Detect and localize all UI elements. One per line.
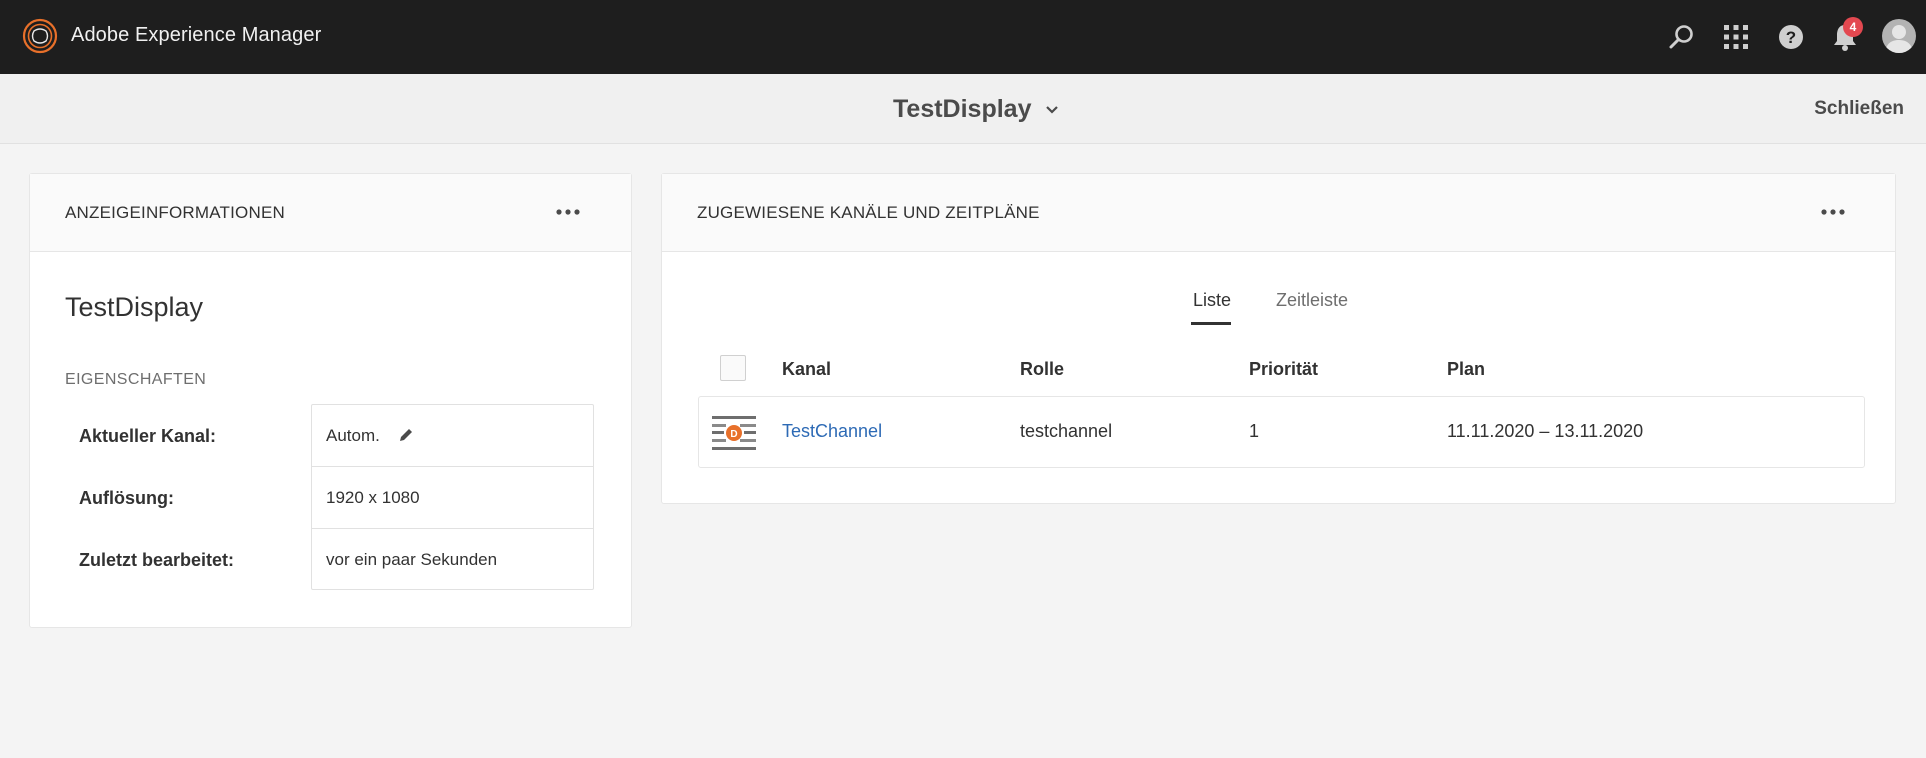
select-all-checkbox[interactable]	[720, 355, 746, 381]
help-icon[interactable]: ?	[1775, 21, 1807, 53]
card-header: ANZEIGEINFORMATIONEN	[30, 174, 631, 252]
channel-thumbnail-icon: D	[710, 413, 758, 453]
title-dropdown[interactable]: TestDisplay	[893, 95, 1059, 124]
page-title: TestDisplay	[893, 95, 1032, 123]
svg-text:?: ?	[1786, 28, 1796, 47]
property-value: vor ein paar Sekunden	[326, 550, 498, 569]
pencil-icon[interactable]	[398, 427, 414, 448]
aem-logo-icon[interactable]	[22, 18, 58, 54]
property-value: 1920 x 1080	[326, 488, 420, 507]
solutions-grid-icon[interactable]	[1720, 21, 1752, 53]
channel-role: testchannel	[1020, 421, 1113, 441]
channel-priority: 1	[1249, 421, 1260, 441]
column-header-rolle[interactable]: Rolle	[1020, 359, 1064, 380]
table-row[interactable]: D TestChannel testchannel 1 11.11.2020 –…	[698, 396, 1865, 468]
property-label: Zuletzt bearbeitet:	[79, 550, 235, 570]
avatar[interactable]	[1882, 19, 1916, 53]
tab-zeitleiste[interactable]: Zeitleiste	[1276, 290, 1348, 311]
column-header-prioritaet[interactable]: Priorität	[1249, 359, 1318, 380]
property-label: Aktueller Kanal:	[79, 426, 217, 446]
display-name: TestDisplay	[65, 292, 204, 322]
svg-text:D: D	[730, 429, 737, 440]
shell-header: Adobe Experience Manager ? 4	[0, 0, 1926, 74]
more-options-icon[interactable]	[1817, 200, 1849, 224]
more-options-icon[interactable]	[552, 200, 584, 224]
active-tab-indicator	[1191, 322, 1231, 325]
tab-liste[interactable]: Liste	[1193, 290, 1231, 311]
close-button[interactable]: Schließen	[1814, 98, 1904, 120]
channel-schedule: 11.11.2020 – 13.11.2020	[1447, 421, 1644, 441]
search-icon[interactable]	[1666, 21, 1698, 53]
properties-heading: EIGENSCHAFTEN	[65, 371, 207, 388]
column-header-plan[interactable]: Plan	[1447, 359, 1485, 380]
property-row-resolution: 1920 x 1080	[312, 467, 593, 529]
property-row-last-modified: vor ein paar Sekunden	[312, 529, 593, 591]
property-value: Autom.	[326, 426, 380, 445]
properties-values: Autom. 1920 x 1080 vor ein paar Sekunden	[311, 404, 594, 590]
assigned-channels-card: ZUGEWIESENE KANÄLE UND ZEITPLÄNE Liste Z…	[661, 173, 1896, 504]
channel-link[interactable]: TestChannel	[782, 421, 882, 442]
property-row-current-channel: Autom.	[312, 405, 593, 467]
display-info-card: ANZEIGEINFORMATIONEN TestDisplay EIGENSC…	[29, 173, 632, 628]
action-bar: TestDisplay Schließen	[0, 74, 1926, 144]
card-header: ZUGEWIESENE KANÄLE UND ZEITPLÄNE	[662, 174, 1895, 252]
property-label: Auflösung:	[79, 488, 174, 508]
card-title: ZUGEWIESENE KANÄLE UND ZEITPLÄNE	[697, 203, 1040, 222]
card-title: ANZEIGEINFORMATIONEN	[65, 203, 285, 222]
chevron-down-icon	[1046, 105, 1059, 114]
notification-count-badge: 4	[1843, 17, 1863, 37]
app-title[interactable]: Adobe Experience Manager	[71, 24, 321, 47]
column-header-kanal[interactable]: Kanal	[782, 359, 831, 380]
